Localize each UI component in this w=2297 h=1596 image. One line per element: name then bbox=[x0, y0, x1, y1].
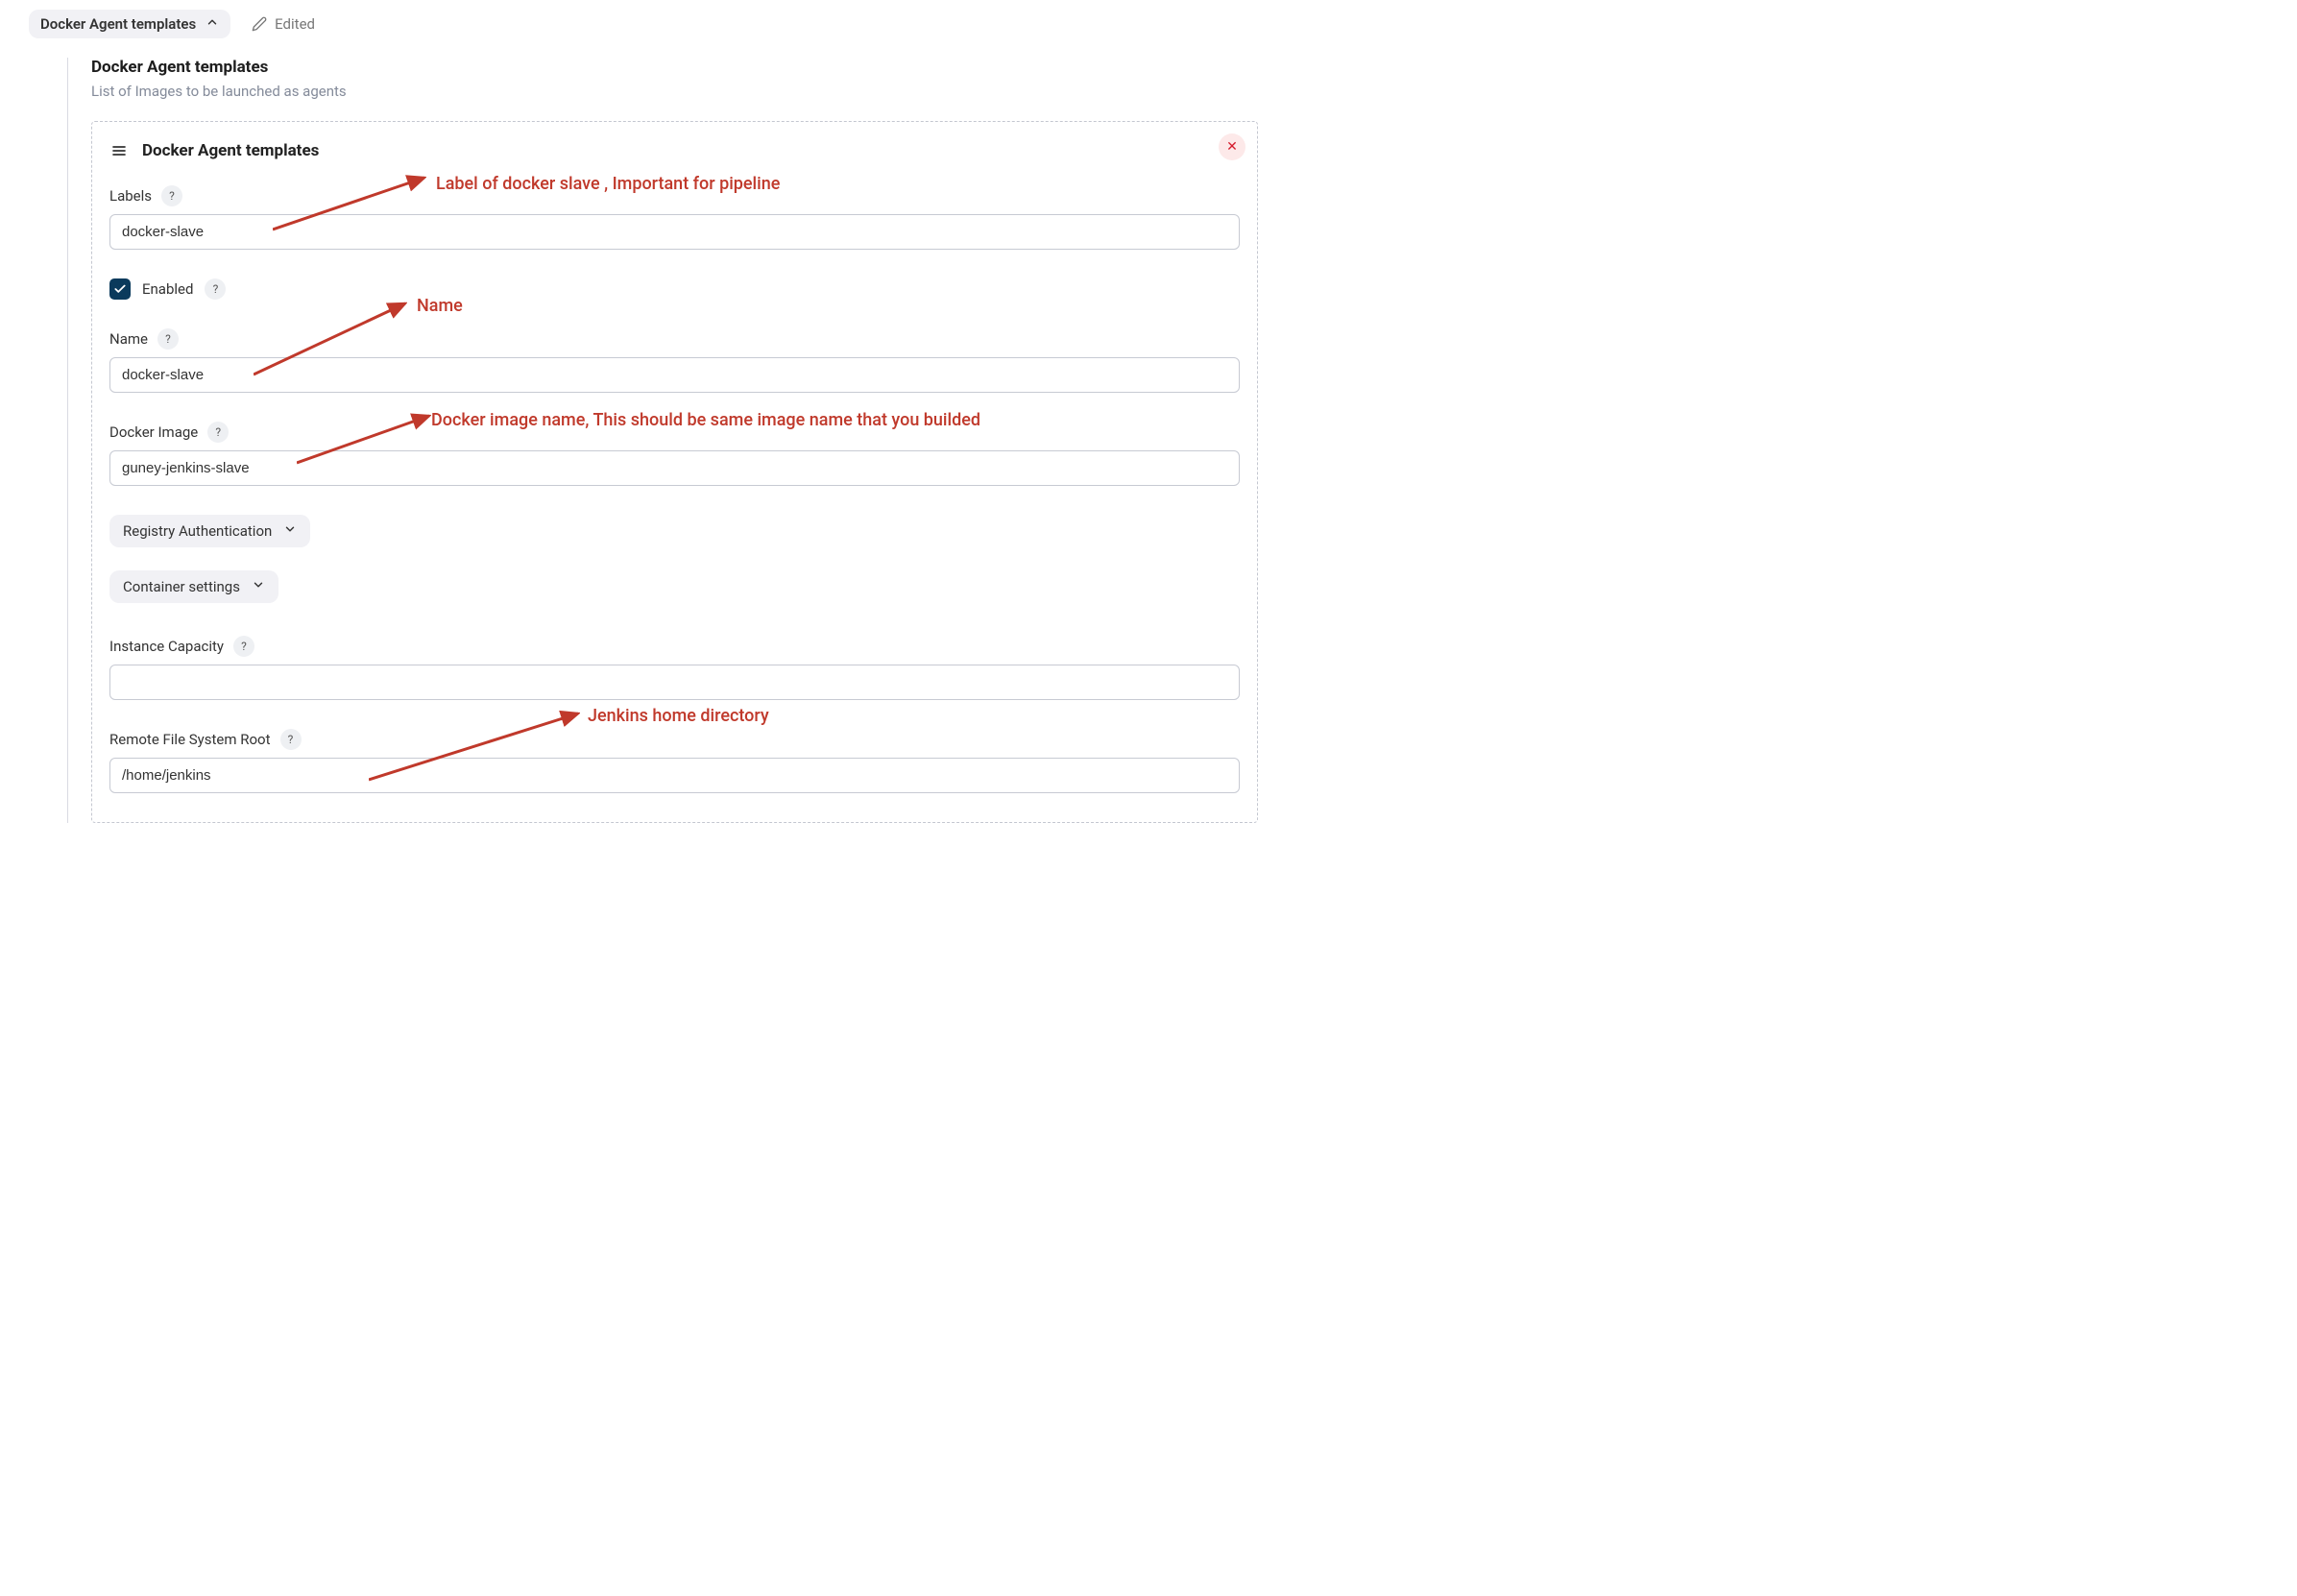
docker-image-label: Docker Image bbox=[109, 423, 198, 441]
field-docker-image: Docker Image ? Docker image name, This s… bbox=[109, 422, 1240, 486]
field-enabled: Enabled ? bbox=[109, 278, 1240, 300]
drag-handle-icon[interactable] bbox=[109, 143, 129, 158]
annotation-remote-fs: Jenkins home directory bbox=[588, 706, 769, 726]
pencil-icon bbox=[252, 16, 267, 32]
container-settings-label: Container settings bbox=[123, 578, 240, 595]
chevron-down-icon bbox=[252, 578, 265, 595]
close-icon: ✕ bbox=[1226, 139, 1238, 155]
chevron-down-icon bbox=[283, 522, 297, 540]
name-label: Name bbox=[109, 330, 148, 348]
help-icon[interactable]: ? bbox=[157, 328, 179, 350]
container-settings-expander[interactable]: Container settings bbox=[109, 570, 278, 603]
close-panel-button[interactable]: ✕ bbox=[1219, 133, 1245, 160]
instance-capacity-input[interactable] bbox=[109, 665, 1240, 700]
section-subtitle: List of Images to be launched as agents bbox=[91, 83, 1258, 100]
help-icon[interactable]: ? bbox=[207, 422, 229, 443]
labels-input[interactable] bbox=[109, 214, 1240, 250]
instance-capacity-label: Instance Capacity bbox=[109, 638, 224, 655]
check-icon bbox=[113, 282, 127, 296]
labels-label: Labels bbox=[109, 187, 152, 205]
section-title: Docker Agent templates bbox=[91, 58, 1258, 77]
breadcrumb-pill[interactable]: Docker Agent templates bbox=[29, 10, 230, 38]
edited-indicator: Edited bbox=[252, 15, 315, 33]
name-input[interactable] bbox=[109, 357, 1240, 393]
field-labels: Labels ? Label of docker slave , Importa… bbox=[109, 185, 1240, 250]
field-instance-capacity: Instance Capacity ? bbox=[109, 636, 1240, 700]
edited-label: Edited bbox=[275, 15, 315, 33]
enabled-label: Enabled bbox=[142, 280, 193, 298]
field-name: Name ? Name bbox=[109, 328, 1240, 393]
help-icon[interactable]: ? bbox=[205, 278, 226, 300]
panel-title: Docker Agent templates bbox=[142, 141, 319, 160]
help-icon[interactable]: ? bbox=[233, 636, 254, 657]
breadcrumb-label: Docker Agent templates bbox=[40, 15, 196, 33]
template-panel: Docker Agent templates ✕ Labels ? Label … bbox=[91, 121, 1258, 823]
help-icon[interactable]: ? bbox=[280, 729, 302, 750]
remote-fs-root-label: Remote File System Root bbox=[109, 731, 271, 748]
enabled-checkbox[interactable] bbox=[109, 278, 131, 300]
help-icon[interactable]: ? bbox=[161, 185, 182, 206]
field-remote-fs-root: Remote File System Root ? Jenkins home d… bbox=[109, 729, 1240, 793]
docker-image-input[interactable] bbox=[109, 450, 1240, 486]
registry-authentication-expander[interactable]: Registry Authentication bbox=[109, 515, 310, 547]
chevron-up-icon bbox=[206, 15, 219, 33]
topbar: Docker Agent templates Edited bbox=[29, 4, 1258, 54]
registry-authentication-label: Registry Authentication bbox=[123, 522, 272, 540]
remote-fs-root-input[interactable] bbox=[109, 758, 1240, 793]
